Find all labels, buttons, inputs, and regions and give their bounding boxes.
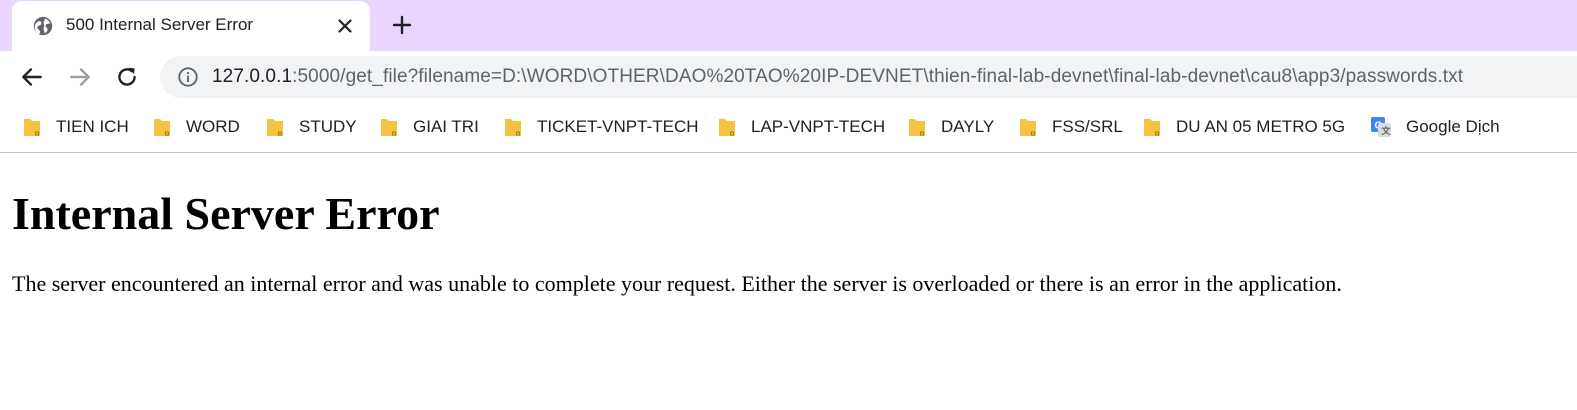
tab-title: 500 Internal Server Error: [66, 15, 254, 34]
page-title: Internal Server Error: [12, 188, 440, 239]
folder-icon: [1020, 119, 1036, 136]
bookmark-label: TICKET-VNPT-TECH: [537, 117, 699, 136]
globe-icon: [33, 16, 53, 36]
folder-icon: [267, 119, 283, 136]
reload-icon[interactable]: [114, 64, 140, 90]
back-arrow-icon[interactable]: [19, 64, 45, 90]
bookmark-tien-ich[interactable]: TIEN ICH: [22, 114, 129, 140]
bookmark-label: TIEN ICH: [56, 117, 129, 136]
google-translate-icon: G 文: [1371, 117, 1392, 137]
bookmark-label: LAP-VNPT-TECH: [751, 117, 886, 136]
plus-icon[interactable]: [390, 13, 414, 37]
forward-arrow-icon[interactable]: [67, 64, 93, 90]
bookmark-label: STUDY: [299, 117, 357, 136]
bookmark-fss-srl[interactable]: FSS/SRL: [1018, 114, 1123, 140]
url-text[interactable]: 127.0.0.1:5000/get_file?filename=D:\WORD…: [212, 66, 1463, 88]
bookmark-label: WORD: [186, 117, 240, 136]
folder-icon: [909, 119, 925, 136]
bookmark-lap-vnpt-tech[interactable]: LAP-VNPT-TECH: [717, 114, 885, 140]
bookmark-label: DU AN 05 METRO 5G: [1176, 117, 1346, 136]
url-host: 127.0.0.1: [212, 66, 293, 87]
folder-icon: [154, 119, 170, 136]
bookmark-study[interactable]: STUDY: [265, 114, 357, 140]
url-path: :5000/get_file?filename=D:\WORD\OTHER\DA…: [292, 66, 1464, 87]
folder-icon: [1144, 119, 1160, 136]
info-icon[interactable]: [177, 66, 199, 88]
bookmark-du-an-05-metro-5g[interactable]: DU AN 05 METRO 5G: [1142, 114, 1345, 140]
bookmark-giai-tri[interactable]: GIAI TRI: [379, 114, 479, 140]
bookmark-google-dich[interactable]: G 文 Google Dịch: [1370, 114, 1500, 140]
bookmark-label: FSS/SRL: [1052, 117, 1123, 136]
folder-icon: [505, 119, 521, 136]
tab-strip: 500 Internal Server Error: [0, 0, 1577, 51]
svg-text:文: 文: [1381, 125, 1392, 136]
error-message: The server encountered an internal error…: [12, 271, 1342, 296]
bookmark-word[interactable]: WORD: [152, 114, 240, 140]
bookmark-dayly[interactable]: DAYLY: [907, 114, 994, 140]
folder-icon: [381, 119, 397, 136]
bookmark-label: GIAI TRI: [413, 117, 479, 136]
toolbar: 127.0.0.1:5000/get_file?filename=D:\WORD…: [0, 51, 1577, 104]
address-bar[interactable]: 127.0.0.1:5000/get_file?filename=D:\WORD…: [160, 56, 1577, 98]
bookmark-label: DAYLY: [941, 117, 995, 136]
folder-icon: [24, 119, 40, 136]
page-content: Internal Server Error The server encount…: [0, 153, 1577, 410]
bookmark-label: Google Dịch: [1406, 117, 1500, 136]
close-icon[interactable]: [335, 16, 355, 36]
bookmark-ticket-vnpt-tech[interactable]: TICKET-VNPT-TECH: [503, 114, 699, 140]
bookmarks-bar: TIEN ICH WORD STUDY GIAI TRI TICKET-VNPT…: [0, 104, 1577, 153]
browser-tab[interactable]: 500 Internal Server Error: [12, 1, 370, 51]
folder-icon: [719, 119, 735, 136]
